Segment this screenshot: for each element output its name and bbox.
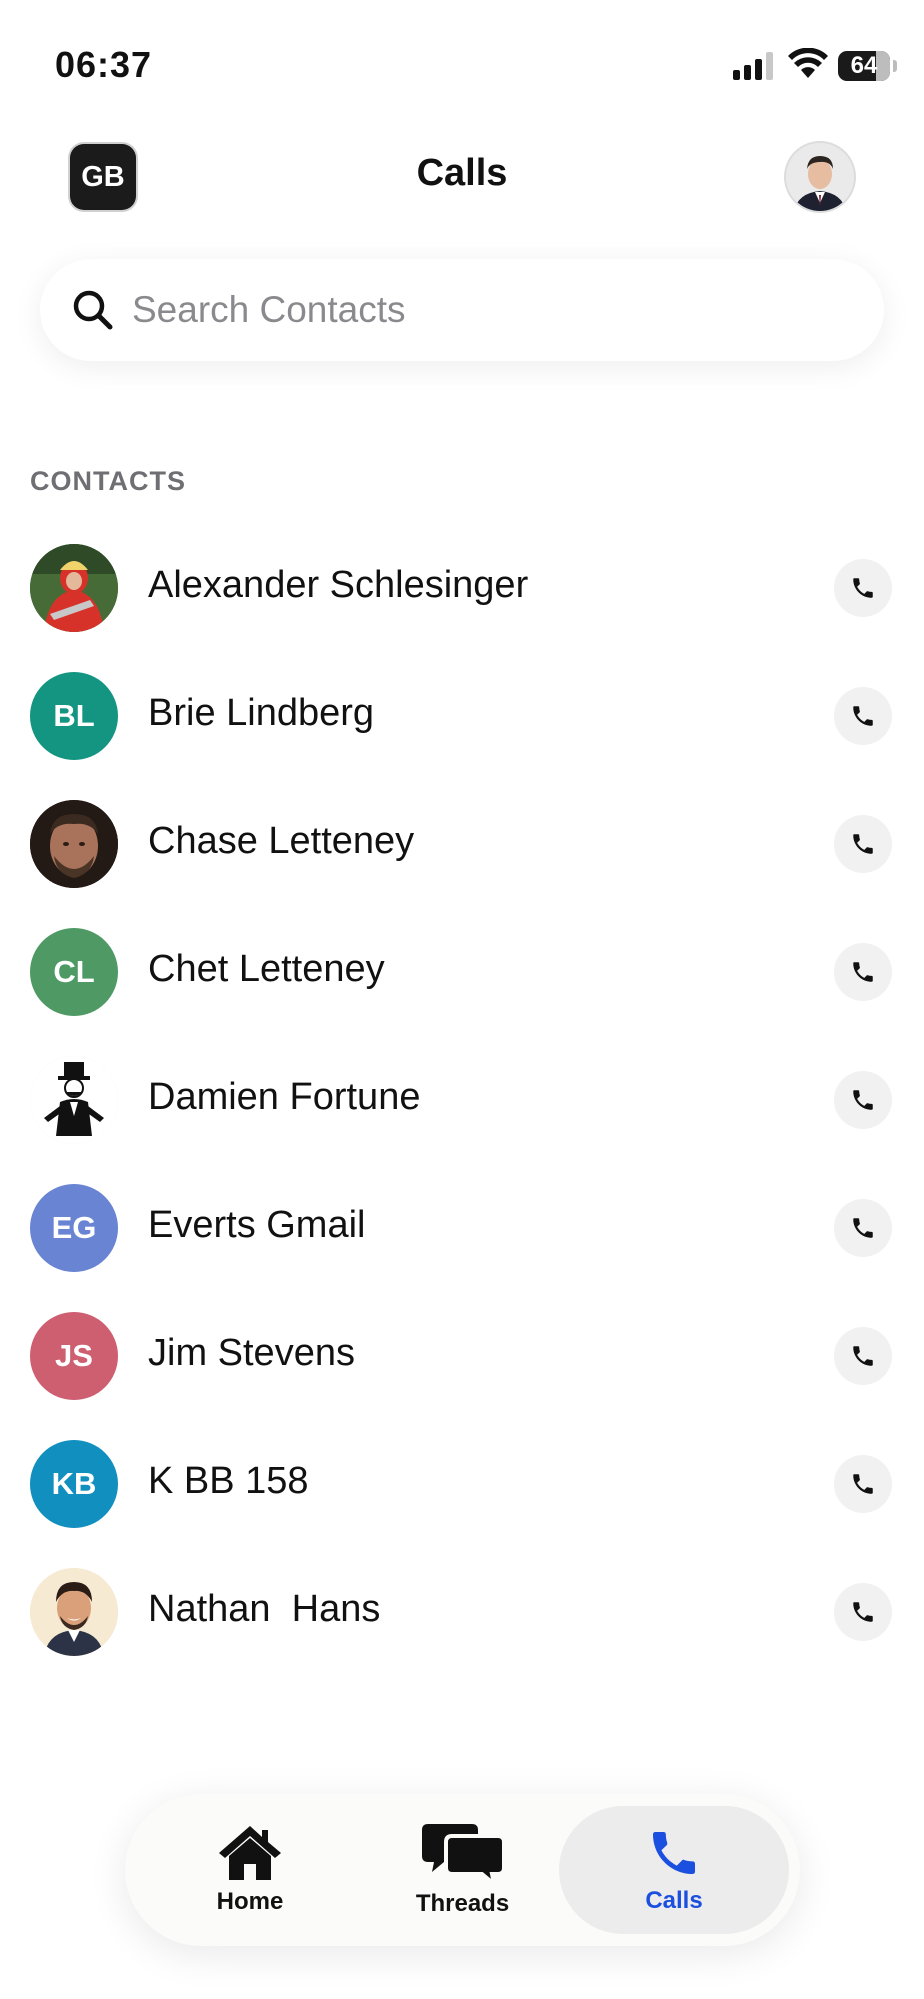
- contact-name: Brie Lindberg: [148, 692, 375, 734]
- phone-icon: [853, 706, 873, 726]
- contact-row[interactable]: BL Brie Lindberg: [0, 652, 924, 780]
- tab-threads-label: Threads: [415, 1890, 510, 1917]
- contact-row[interactable]: Alexander Schlesinger: [0, 524, 924, 652]
- status-bar: 06:37 64: [0, 0, 924, 110]
- search-input[interactable]: [130, 288, 834, 332]
- tab-threads[interactable]: Threads: [375, 1794, 550, 1946]
- call-button[interactable]: [834, 1455, 892, 1513]
- call-button[interactable]: [834, 1327, 892, 1385]
- phone-icon: [853, 1346, 873, 1366]
- search-bar[interactable]: [40, 259, 884, 361]
- tab-bar: Home Threads Calls: [125, 1794, 800, 1946]
- photo-cartoon-man-icon: [30, 1568, 118, 1656]
- avatar: CL: [30, 928, 118, 1016]
- photo-monopoly-man-icon: [30, 1056, 118, 1144]
- call-button[interactable]: [834, 815, 892, 873]
- contact-row[interactable]: EG Everts Gmail: [0, 1164, 924, 1292]
- battery-nub: [893, 60, 897, 72]
- contact-row[interactable]: Chase Letteney: [0, 780, 924, 908]
- profile-avatar-button[interactable]: [786, 143, 854, 211]
- contact-row[interactable]: CL Chet Letteney: [0, 908, 924, 1036]
- avatar: JS: [30, 1312, 118, 1400]
- tab-home-label: Home: [216, 1888, 284, 1915]
- avatar: EG: [30, 1184, 118, 1272]
- avatar-initials: EG: [51, 1210, 97, 1245]
- battery-icon: 64: [838, 51, 890, 81]
- phone-icon: [853, 834, 873, 854]
- avatar: [30, 800, 118, 888]
- status-time: 06:37: [55, 44, 153, 85]
- photo-red-hooded-icon: [30, 544, 118, 632]
- avatar-initials: BL: [53, 698, 95, 733]
- contact-row[interactable]: KB K BB 158: [0, 1420, 924, 1548]
- contact-name: Nathan Hans: [148, 1588, 381, 1630]
- contact-row[interactable]: Damien Fortune: [0, 1036, 924, 1164]
- phone-icon: [853, 962, 873, 982]
- home-icon: [219, 1826, 281, 1880]
- avatar: BL: [30, 672, 118, 760]
- section-title-contacts: CONTACTS: [30, 466, 186, 496]
- call-button[interactable]: [834, 1583, 892, 1641]
- contact-name: Everts Gmail: [148, 1204, 366, 1246]
- phone-icon: [653, 1832, 695, 1874]
- contact-name: Damien Fortune: [148, 1076, 421, 1118]
- call-button[interactable]: [834, 687, 892, 745]
- phone-icon: [853, 1090, 873, 1110]
- call-button[interactable]: [834, 1071, 892, 1129]
- contact-name: Chet Letteney: [148, 948, 385, 990]
- phone-icon: [853, 578, 873, 598]
- tab-calls-label: Calls: [645, 1887, 703, 1914]
- contacts-list: Alexander Schlesinger BL Brie Lindberg C…: [0, 524, 924, 1676]
- avatar: KB: [30, 1440, 118, 1528]
- tab-home[interactable]: Home: [165, 1794, 335, 1946]
- call-button[interactable]: [834, 559, 892, 617]
- profile-photo-icon: [786, 143, 854, 211]
- phone-icon: [853, 1602, 873, 1622]
- contact-row[interactable]: JS Jim Stevens: [0, 1292, 924, 1420]
- call-button[interactable]: [834, 943, 892, 1001]
- avatar: [30, 1056, 118, 1144]
- tab-calls[interactable]: Calls: [559, 1806, 789, 1934]
- contact-name: K BB 158: [148, 1460, 309, 1502]
- wifi-icon: [788, 48, 828, 78]
- threads-icon: [421, 1824, 504, 1884]
- avatar-initials: JS: [55, 1338, 93, 1373]
- avatar-initials: KB: [51, 1466, 97, 1501]
- contact-name: Chase Letteney: [148, 820, 415, 862]
- cellular-signal-icon: [733, 52, 773, 80]
- photo-bearded-man-icon: [30, 800, 118, 888]
- call-button[interactable]: [834, 1199, 892, 1257]
- battery-level: 64: [850, 52, 878, 79]
- contact-row[interactable]: Nathan Hans: [0, 1548, 924, 1676]
- avatar: [30, 1568, 118, 1656]
- avatar-initials: CL: [53, 954, 95, 989]
- contact-name: Jim Stevens: [148, 1332, 355, 1374]
- phone-icon: [853, 1474, 873, 1494]
- search-icon: [73, 290, 113, 330]
- contact-name: Alexander Schlesinger: [148, 564, 529, 606]
- avatar: [30, 544, 118, 632]
- phone-icon: [853, 1218, 873, 1238]
